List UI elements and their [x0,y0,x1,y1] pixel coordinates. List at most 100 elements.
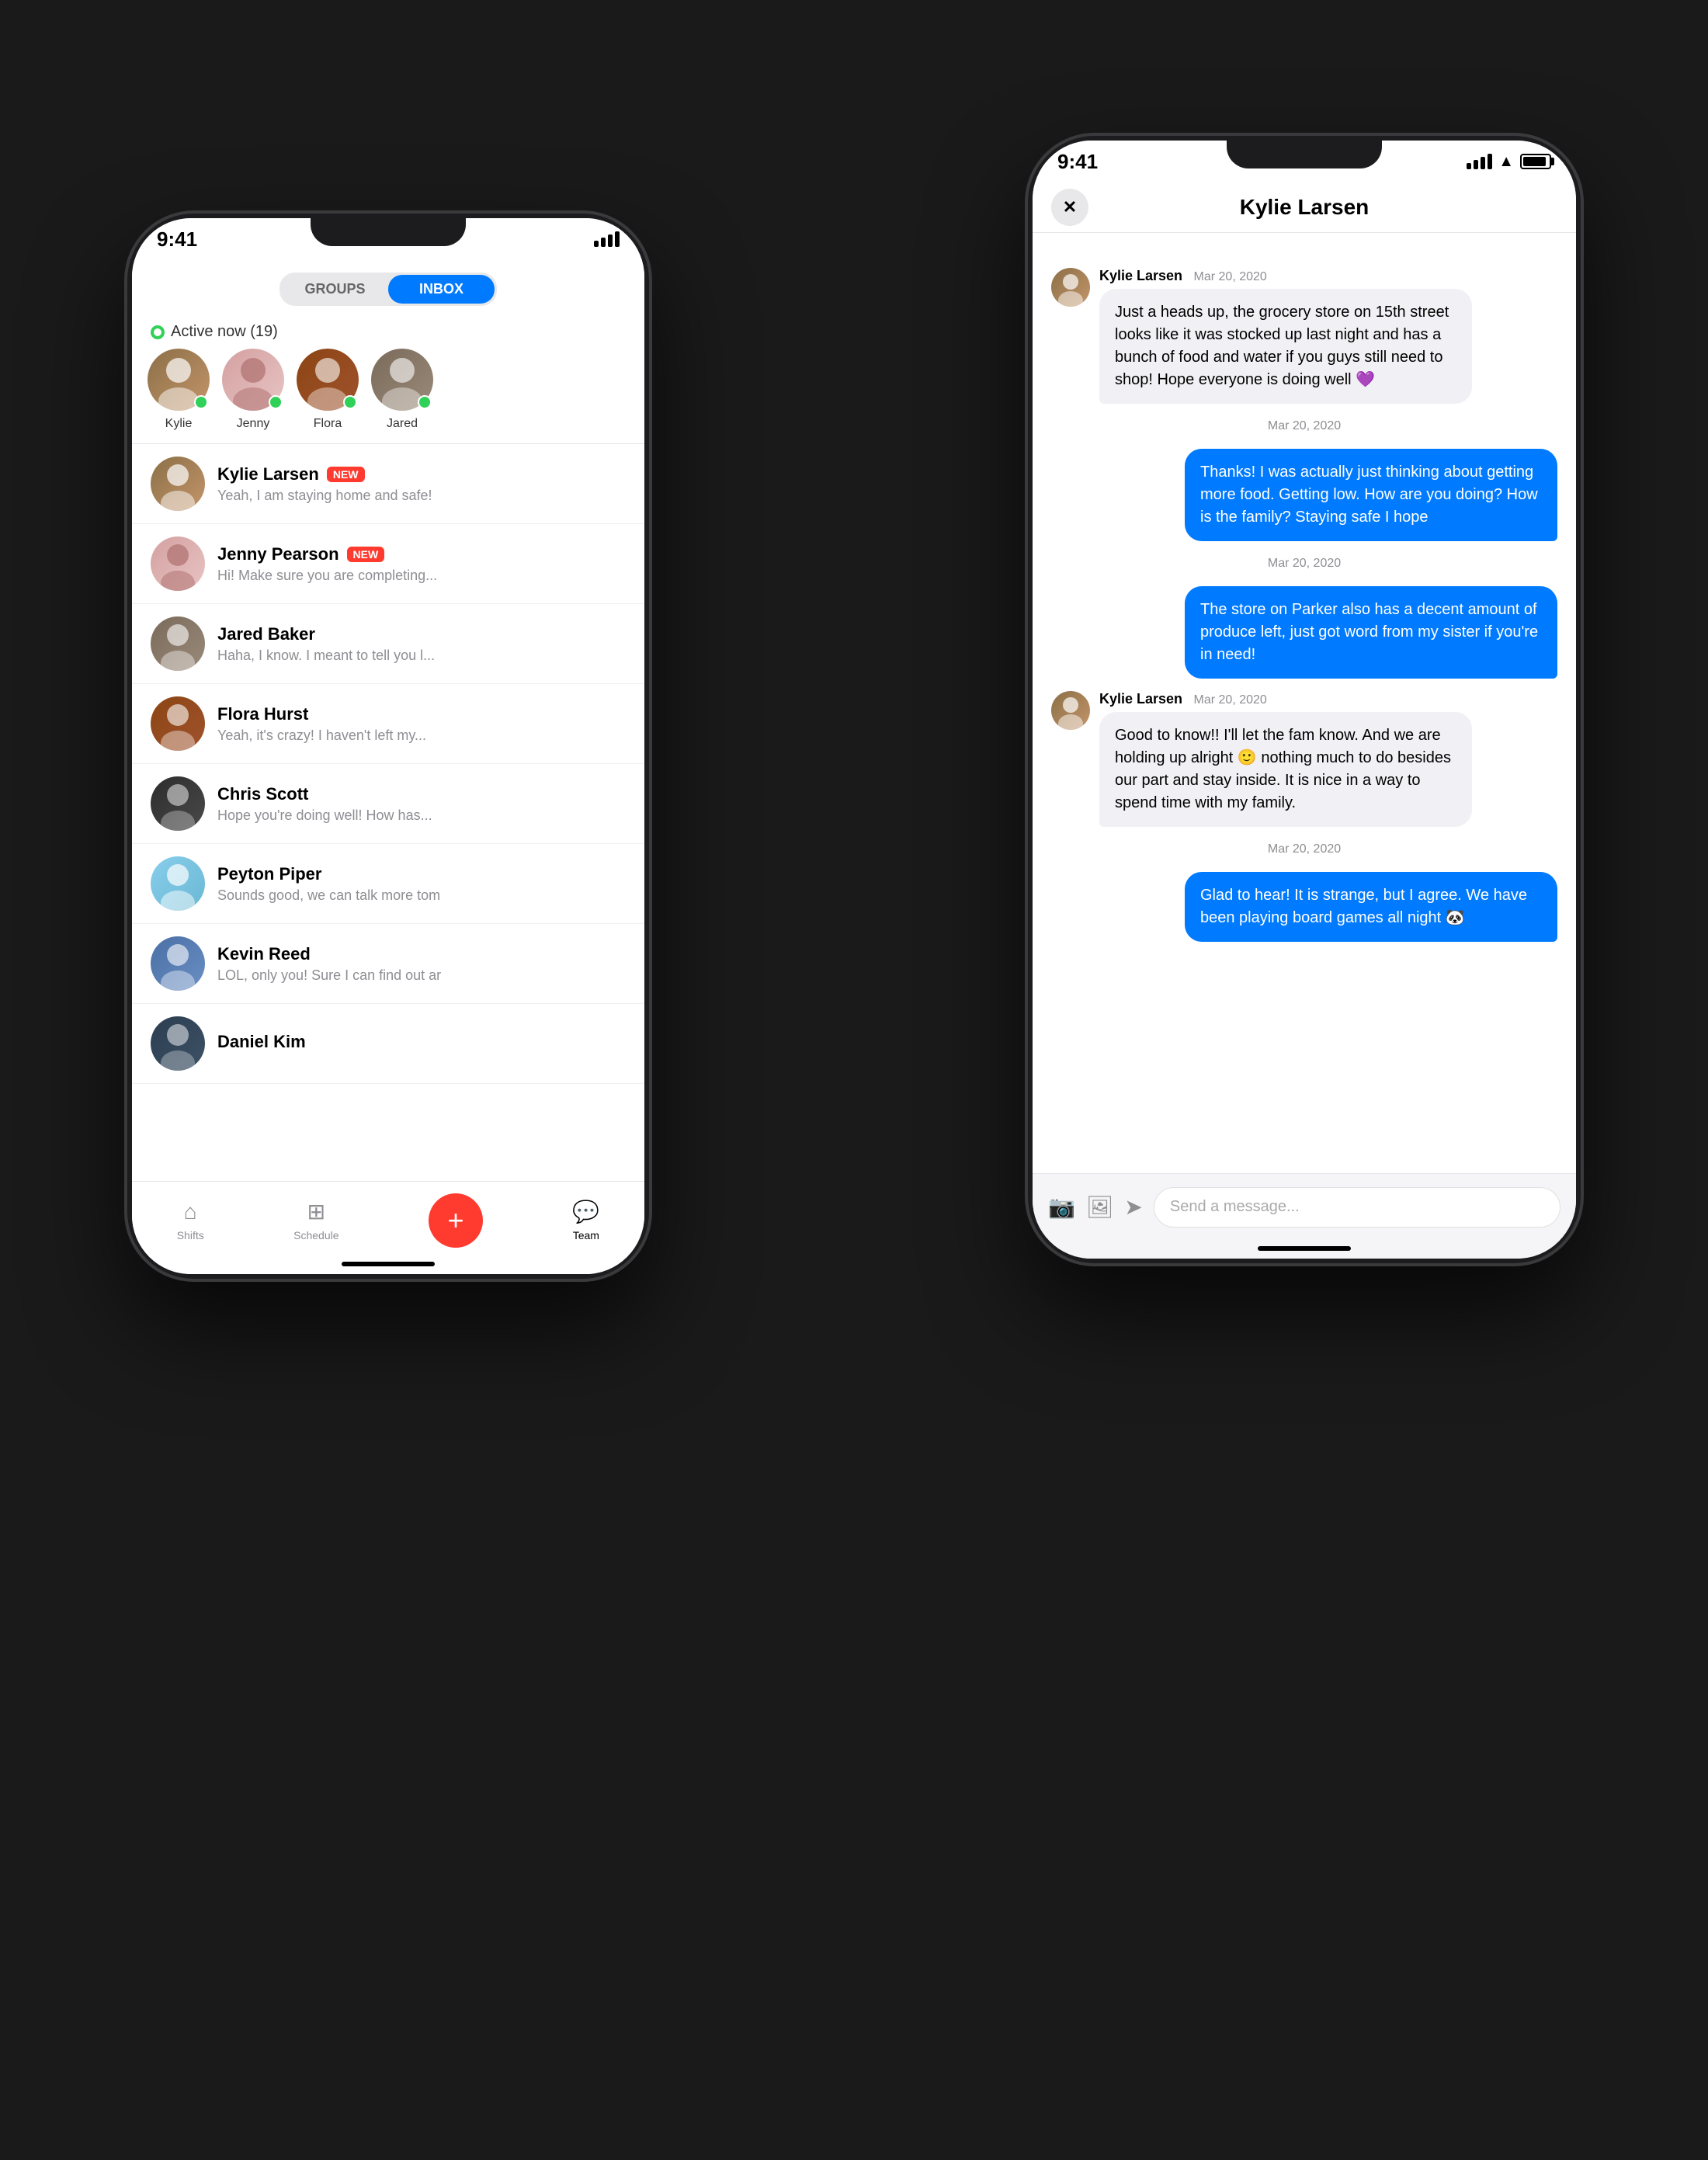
right-content: ✕ Kylie Larsen Kyl [1033,182,1576,1259]
signal-icon [594,231,620,247]
msg-avatar-daniel [151,1016,205,1071]
timestamp-2: Mar 20, 2020 [1051,419,1557,433]
msg-name-jenny: Jenny Pearson [217,544,339,564]
active-now-label: Active now (19) [171,323,278,341]
team-icon: 💬 [572,1199,599,1224]
msg-name-chris: Chris Scott [217,784,308,804]
nav-item-team[interactable]: 💬 Team [572,1199,599,1241]
tab-container: GROUPS INBOX [279,273,497,306]
list-item[interactable]: Peyton Piper Sounds good, we can talk mo… [132,844,644,924]
list-item[interactable]: Daniel Kim [132,1004,644,1084]
avatar-item-jared[interactable]: Jared [371,349,433,431]
list-item[interactable]: Kylie Larsen NEW Yeah, I am staying home… [132,444,644,524]
bubble-3: The store on Parker also has a decent am… [1185,586,1557,679]
msg-time-1: Mar 20, 2020 [1194,270,1267,283]
nav-label-shifts: Shifts [177,1229,204,1241]
online-indicator-kylie [194,395,208,409]
msg-info-daniel: Daniel Kim [217,1032,626,1055]
sender-name-2: Kylie Larsen [1099,691,1182,707]
avatar-name-flora: Flora [314,417,342,431]
tab-inbox[interactable]: INBOX [388,275,495,304]
msg-content-1: Kylie Larsen Mar 20, 2020 Just a heads u… [1099,268,1472,404]
nav-item-add[interactable]: + [429,1193,483,1248]
time-right: 9:41 [1057,150,1098,174]
sender-row-2: Kylie Larsen Mar 20, 2020 Good to know!!… [1051,691,1472,827]
list-item[interactable]: Jared Baker Haha, I know. I meant to tel… [132,604,644,684]
msg-preview-chris: Hope you're doing well! How has... [217,807,626,824]
msg-name-daniel: Daniel Kim [217,1032,306,1052]
msg-info-chris: Chris Scott Hope you're doing well! How … [217,784,626,824]
online-indicator-jared [418,395,432,409]
new-badge-jenny: NEW [347,547,385,562]
msg-preview-jared: Haha, I know. I meant to tell you l... [217,648,626,664]
online-indicator-flora [343,395,357,409]
avatar-name-kylie: Kylie [165,417,193,431]
left-content: GROUPS INBOX Active now (19) [132,260,644,1274]
camera-icon[interactable]: 📷 [1048,1194,1075,1220]
list-item[interactable]: Flora Hurst Yeah, it's crazy! I haven't … [132,684,644,764]
avatar-item-flora[interactable]: Flora [297,349,359,431]
timestamp-3: Mar 20, 2020 [1051,557,1557,571]
message-outgoing-3: Glad to hear! It is strange, but I agree… [1051,872,1557,942]
nav-item-schedule[interactable]: ⊞ Schedule [293,1199,338,1241]
message-list: Kylie Larsen NEW Yeah, I am staying home… [132,444,644,1084]
avatar-item-kylie[interactable]: Kylie [148,349,210,431]
msg-time-2: Mar 20, 2020 [1194,693,1267,707]
msg-info-jared: Jared Baker Haha, I know. I meant to tel… [217,624,626,664]
msg-name-peyton: Peyton Piper [217,864,321,884]
msg-info-jenny: Jenny Pearson NEW Hi! Make sure you are … [217,544,626,584]
msg-avatar-flora [151,696,205,751]
bubble-2: Thanks! I was actually just thinking abo… [1185,449,1557,541]
image-icon[interactable]: 🖼 [1086,1194,1114,1220]
input-placeholder: Send a message... [1170,1198,1300,1216]
right-phone: 9:41 ▲ [1025,133,1584,1266]
list-item[interactable]: Chris Scott Hope you're doing well! How … [132,764,644,844]
active-dot [151,325,165,339]
tab-groups[interactable]: GROUPS [282,275,388,304]
msg-meta-1: Kylie Larsen Mar 20, 2020 [1099,268,1472,284]
message-input[interactable]: Send a message... [1154,1187,1560,1228]
active-now-section: Active now (19) [132,315,644,349]
wifi-icon: ▲ [1498,153,1514,171]
msg-preview-jenny: Hi! Make sure you are completing... [217,568,626,584]
new-badge-kylie: NEW [327,467,365,482]
msg-name-kylie: Kylie Larsen [217,464,319,484]
nav-item-shifts[interactable]: ⌂ Shifts [177,1200,204,1241]
add-button[interactable]: + [429,1193,483,1248]
msg-avatar-jared [151,616,205,671]
msg-name-jared: Jared Baker [217,624,315,644]
avatar-name-jenny: Jenny [237,417,270,431]
avatar-name-jared: Jared [387,417,418,431]
close-button[interactable]: ✕ [1051,189,1088,226]
message-incoming-2: Kylie Larsen Mar 20, 2020 Good to know!!… [1051,691,1557,827]
status-icons-right: ▲ [1467,153,1551,171]
sender-name-1: Kylie Larsen [1099,268,1182,283]
home-indicator-right [1258,1246,1351,1251]
msg-avatar-kevin [151,936,205,991]
signal-icon-right [1467,154,1492,169]
msg-meta-2: Kylie Larsen Mar 20, 2020 [1099,691,1472,707]
left-phone: 9:41 GROUPS INBOX [124,210,652,1282]
chat-avatar-kylie-1 [1051,268,1090,307]
msg-avatar-kylie [151,457,205,511]
msg-info-kevin: Kevin Reed LOL, only you! Sure I can fin… [217,944,626,984]
messages-area: Kylie Larsen Mar 20, 2020 Just a heads u… [1033,252,1576,1173]
close-icon: ✕ [1063,197,1077,217]
bottom-nav: ⌂ Shifts ⊞ Schedule + 💬 Team [132,1181,644,1274]
message-incoming-1: Kylie Larsen Mar 20, 2020 Just a heads u… [1051,268,1557,404]
msg-info-peyton: Peyton Piper Sounds good, we can talk mo… [217,864,626,904]
msg-avatar-chris [151,776,205,831]
list-item[interactable]: Jenny Pearson NEW Hi! Make sure you are … [132,524,644,604]
msg-preview-peyton: Sounds good, we can talk more tom [217,887,626,904]
send-location-icon[interactable]: ➤ [1124,1194,1142,1220]
nav-label-schedule: Schedule [293,1229,338,1241]
nav-label-team: Team [573,1229,599,1241]
message-outgoing-2: The store on Parker also has a decent am… [1051,586,1557,679]
msg-name-kevin: Kevin Reed [217,944,311,964]
scene: 9:41 GROUPS INBOX [78,71,1630,2089]
avatar-item-jenny[interactable]: Jenny [222,349,284,431]
chat-header: ✕ Kylie Larsen [1033,182,1576,233]
list-item[interactable]: Kevin Reed LOL, only you! Sure I can fin… [132,924,644,1004]
schedule-icon: ⊞ [307,1199,325,1224]
timestamp-4: Mar 20, 2020 [1051,842,1557,856]
